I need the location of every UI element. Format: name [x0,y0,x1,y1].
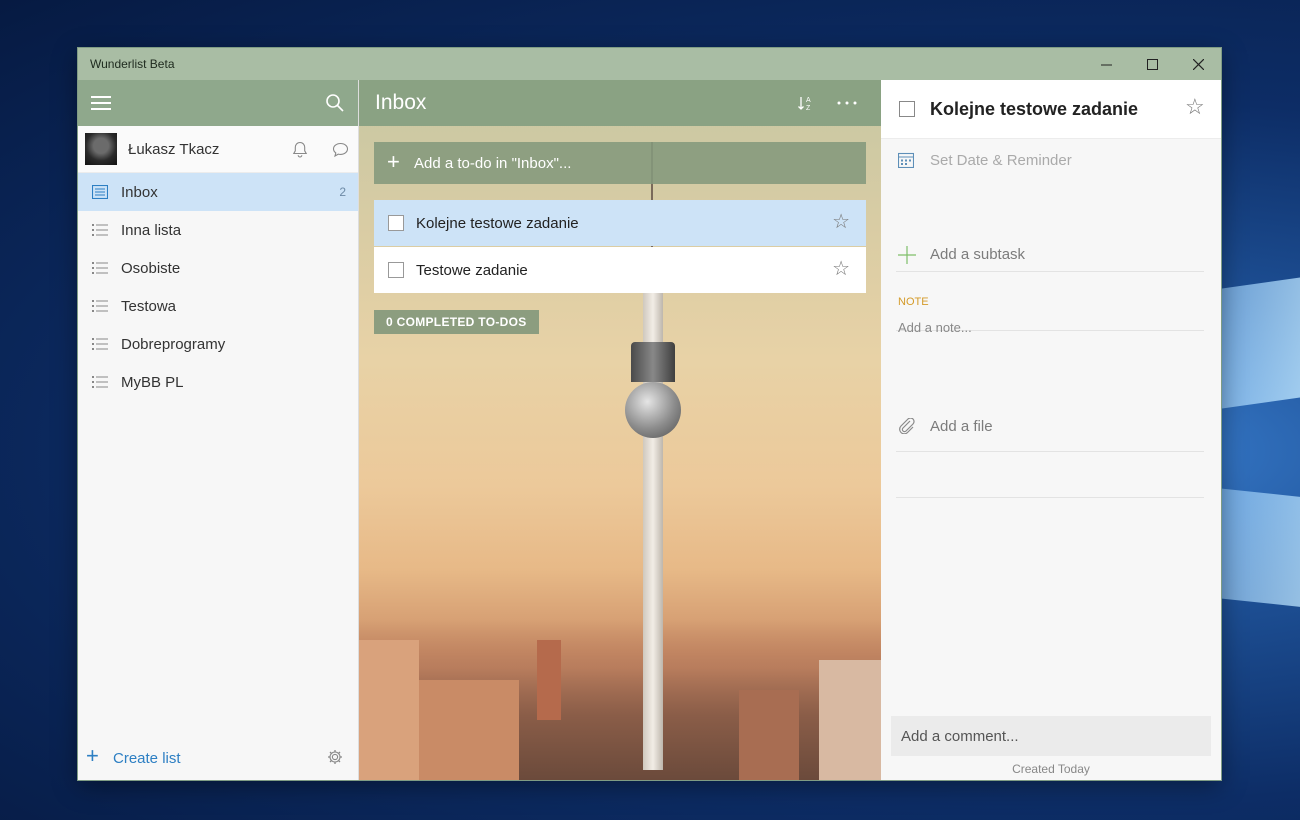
gear-icon[interactable] [327,749,343,765]
close-button[interactable] [1175,48,1221,80]
background-building [537,640,561,720]
calendar-icon [898,152,914,168]
minimize-button[interactable] [1083,48,1129,80]
more-options-icon[interactable] [837,101,857,105]
note-input[interactable]: Add a note... [898,320,972,335]
add-file-row[interactable]: Add a file [896,418,1204,438]
sidebar-item-inbox[interactable]: Inbox 2 [78,173,358,211]
created-info: Created Today [1012,762,1090,776]
star-icon[interactable]: ☆ [832,212,850,232]
detail-task-checkbox[interactable] [899,101,915,117]
list-icon [92,224,108,236]
list-icon [92,300,108,312]
comment-input[interactable]: Add a comment... [891,716,1211,756]
list-icon [92,338,108,350]
sidebar-item-label: Dobreprogramy [121,336,226,353]
divider [896,451,1204,452]
sort-icon[interactable]: A Z [797,94,815,112]
sidebar-item-mybb-pl[interactable]: MyBB PL [78,363,358,401]
divider [896,271,1204,272]
sidebar-header [78,80,358,126]
svg-text:Z: Z [806,105,811,112]
divider [896,497,1204,498]
task-list-panel: Inbox A Z + Add a to-do in "Inbox"... Ko… [359,80,881,780]
add-todo-input[interactable]: + Add a to-do in "Inbox"... [374,142,866,184]
maximize-icon [1146,58,1158,70]
user-row[interactable]: Łukasz Tkacz [78,126,358,173]
list-icon [92,376,108,388]
background-building [359,640,419,780]
plus-icon[interactable]: + [86,745,99,767]
sidebar-item-label: MyBB PL [121,374,184,391]
paperclip-icon [899,418,915,434]
star-icon[interactable]: ☆ [1185,96,1205,118]
title-bar[interactable]: Wunderlist Beta [78,48,1221,80]
note-header: NOTE [898,296,929,308]
detail-task-title[interactable]: Kolejne testowe zadanie [930,99,1138,120]
list-header: Inbox A Z [359,80,881,126]
sidebar-item-label: Inbox [121,184,158,201]
star-icon[interactable]: ☆ [832,259,850,279]
user-name: Łukasz Tkacz [128,141,220,158]
bell-icon[interactable] [292,141,308,158]
set-date-reminder-row[interactable]: Set Date & Reminder [896,152,1204,172]
background-building [739,690,799,780]
avatar[interactable] [85,133,117,165]
sidebar-footer: + Create list [78,734,358,780]
task-checkbox[interactable] [388,215,404,231]
task-item[interactable]: Testowe zadanie ☆ [374,247,866,293]
background-tv-tower [631,342,675,382]
set-date-label: Set Date & Reminder [930,152,1072,169]
sidebar-item-label: Inna lista [121,222,182,239]
show-completed-button[interactable]: 0 COMPLETED TO-DOS [374,310,539,334]
sidebar: Łukasz Tkacz Inbox 2 Inna lista Osobiste [78,80,359,780]
app-window: Wunderlist Beta Łukasz Tkacz Inbox 2 Inn… [78,48,1221,780]
task-count-badge: 2 [339,185,346,199]
inbox-icon [92,185,108,199]
plus-icon: + [387,149,400,174]
task-details-panel: Kolejne testowe zadanie ☆ Set Date & Rem… [881,80,1221,780]
add-subtask-label: Add a subtask [930,246,1026,263]
sidebar-item-label: Osobiste [121,260,181,277]
task-item[interactable]: Kolejne testowe zadanie ☆ [374,200,866,246]
sidebar-item-dobreprogramy[interactable]: Dobreprogramy [78,325,358,363]
add-todo-placeholder: Add a to-do in "Inbox"... [414,155,572,172]
list-title: Inbox [375,91,427,114]
close-icon [1192,58,1204,70]
task-checkbox[interactable] [388,262,404,278]
sidebar-item-inna-lista[interactable]: Inna lista [78,211,358,249]
sidebar-item-label: Testowa [121,298,177,315]
plus-icon [898,246,916,264]
comments-icon[interactable] [332,142,349,158]
sidebar-item-testowa[interactable]: Testowa [78,287,358,325]
hamburger-menu-icon[interactable] [91,96,111,110]
maximize-button[interactable] [1129,48,1175,80]
window-title: Wunderlist Beta [90,57,175,71]
detail-header: Kolejne testowe zadanie ☆ [881,80,1221,139]
task-label: Kolejne testowe zadanie [416,215,579,232]
sidebar-item-osobiste[interactable]: Osobiste [78,249,358,287]
list-icon [92,262,108,274]
comment-placeholder: Add a comment... [901,728,1019,745]
search-icon[interactable] [326,94,344,112]
background-building [419,680,519,780]
task-label: Testowe zadanie [416,262,528,279]
create-list-button[interactable]: Create list [113,750,181,767]
minimize-icon [1100,64,1112,65]
svg-text:A: A [806,97,811,104]
background-building [819,660,881,780]
add-subtask-row[interactable]: Add a subtask [896,246,1204,266]
add-file-label: Add a file [930,418,993,435]
background-tv-tower [625,382,681,438]
